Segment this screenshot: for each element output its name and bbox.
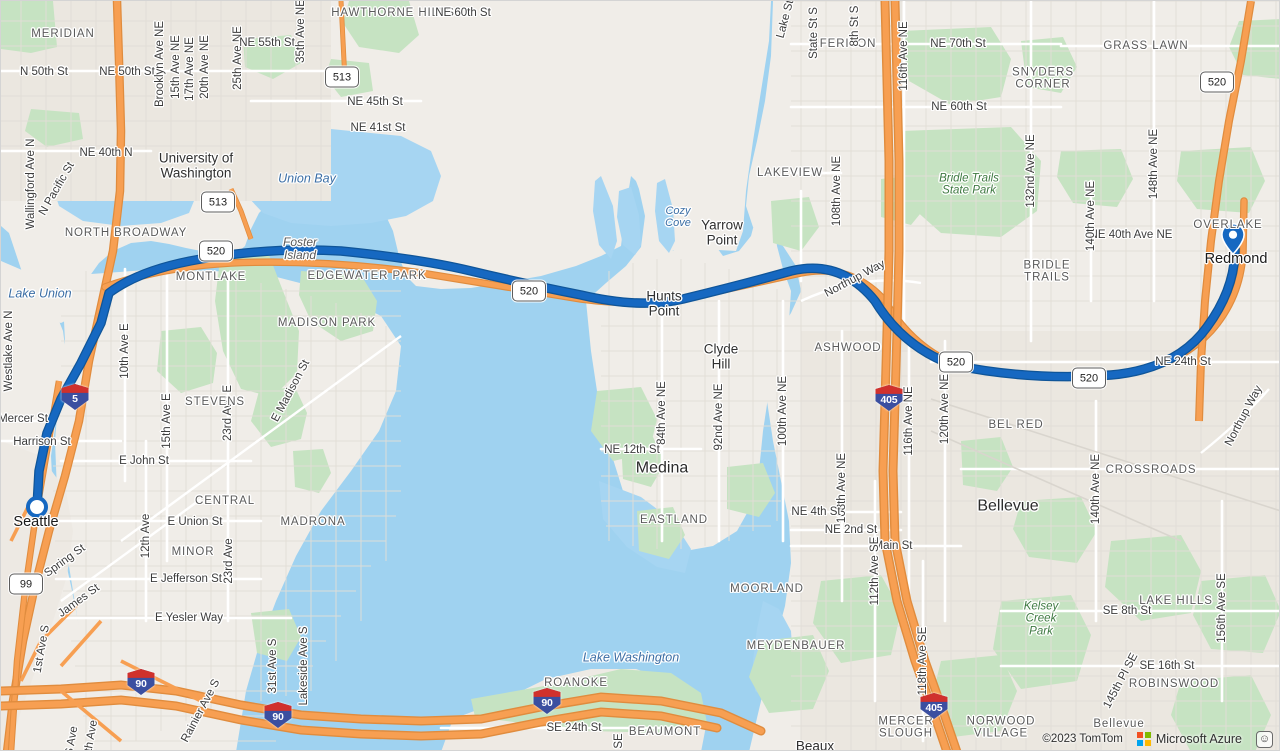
shield-520-montlake[interactable]: 520 [199, 240, 233, 262]
state-route-shield: 513 [201, 191, 235, 213]
map-canvas[interactable]: MERIDIAN HAWTHORNE HILLS NE 60th St NE 70th… [0, 0, 1280, 751]
shield-i90-roanoke[interactable]: 90 [533, 688, 561, 714]
azure-brand-text: Microsoft Azure [1155, 732, 1242, 746]
shield-number: 520 [1079, 372, 1099, 384]
shield-number: 99 [19, 578, 33, 590]
shield-i405-south[interactable]: 405 [920, 693, 948, 719]
state-route-shield: 513 [325, 66, 359, 88]
shield-number: 5 [72, 393, 78, 406]
shield-number: 90 [135, 678, 147, 691]
state-route-shield: 99 [9, 573, 43, 595]
state-route-shield: 520 [199, 240, 233, 262]
shield-513-montlake[interactable]: 513 [201, 191, 235, 213]
shield-number: 513 [332, 71, 352, 83]
state-route-shield: 520 [512, 280, 546, 302]
shield-520-redmond[interactable]: 520 [1200, 71, 1234, 93]
shield-number: 90 [541, 697, 553, 710]
origin-marker-seattle[interactable] [26, 496, 48, 518]
shield-number: 520 [206, 245, 226, 257]
shield-number: 520 [519, 285, 539, 297]
interstate-shield-top [920, 693, 948, 702]
copyright-text: ©2023 TomTom [1042, 733, 1123, 745]
state-route-shield: 520 [1072, 367, 1106, 389]
shield-i90-mercer[interactable]: 90 [264, 702, 292, 728]
shield-i90-west[interactable]: 90 [127, 669, 155, 695]
attribution-bar: ©2023 TomTom Microsoft Azure ☺ [1032, 728, 1279, 750]
shield-513-top[interactable]: 513 [325, 66, 359, 88]
shield-i405-bellevue[interactable]: 405 [875, 385, 903, 411]
interstate-shield-top [127, 669, 155, 678]
shield-number: 405 [925, 702, 943, 715]
interstate-shield-top [875, 385, 903, 394]
shield-number: 513 [208, 196, 228, 208]
shield-520-belred[interactable]: 520 [939, 351, 973, 373]
shield-i5[interactable]: 5 [61, 384, 89, 410]
state-route-shield: 520 [939, 351, 973, 373]
shield-99[interactable]: 99 [9, 573, 43, 595]
shield-520-crossrds[interactable]: 520 [1072, 367, 1106, 389]
feedback-smiley-icon[interactable]: ☺ [1256, 730, 1273, 748]
shield-520-bridge[interactable]: 520 [512, 280, 546, 302]
interstate-shield-top [61, 384, 89, 393]
shield-number: 520 [1207, 76, 1227, 88]
interstate-shield-top [264, 702, 292, 711]
state-route-shield: 520 [1200, 71, 1234, 93]
microsoft-azure-logo: Microsoft Azure [1136, 732, 1242, 746]
shield-number: 90 [272, 711, 284, 724]
pin-icon [1221, 222, 1245, 256]
microsoft-logo-icon [1136, 732, 1151, 746]
interstate-shield-top [533, 688, 561, 697]
destination-marker-redmond[interactable] [1221, 222, 1245, 256]
shield-number: 405 [880, 394, 898, 407]
origin-marker-ring [26, 496, 48, 518]
shield-number: 520 [946, 356, 966, 368]
